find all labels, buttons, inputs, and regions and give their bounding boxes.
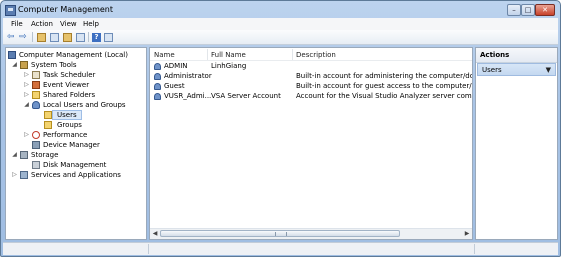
table-row[interactable]: ADMIN LinhGiang xyxy=(150,62,472,72)
shared-folder-icon xyxy=(32,91,40,99)
menu-action[interactable]: Action xyxy=(31,20,53,28)
user-full-name: LinhGiang xyxy=(211,62,247,70)
back-arrow-icon[interactable]: ⇦ xyxy=(7,32,17,42)
computer-management-window: Computer Management – □ ✕ File Action Vi… xyxy=(0,0,561,257)
tree-item-label: Groups xyxy=(57,121,82,129)
collapse-icon[interactable]: ◢ xyxy=(11,60,18,70)
tools-icon xyxy=(20,61,28,69)
show-hide-action-pane-icon[interactable] xyxy=(104,33,113,42)
minimize-button[interactable]: – xyxy=(507,4,521,16)
tree-item-label: Device Manager xyxy=(43,141,100,149)
column-header-full-name[interactable]: Full Name xyxy=(211,51,246,59)
menu-bar: File Action View Help xyxy=(3,18,558,30)
expand-icon[interactable]: ▷ xyxy=(23,80,30,90)
tree-item-label: Users xyxy=(57,111,77,119)
table-row[interactable]: VUSR_Admi... VSA Server Account Account … xyxy=(150,92,472,102)
toolbar: ⇦ ⇨ ? xyxy=(3,30,558,45)
tree-item-label: Computer Management (Local) xyxy=(19,51,128,59)
actions-title: Actions xyxy=(480,51,510,59)
menu-help[interactable]: Help xyxy=(83,20,99,28)
storage-icon xyxy=(20,151,28,159)
actions-pane: Actions Users ▼ xyxy=(475,47,558,240)
export-list-icon[interactable] xyxy=(76,33,85,42)
disk-icon xyxy=(32,161,40,169)
help-icon[interactable]: ? xyxy=(92,33,101,42)
status-bar xyxy=(3,242,558,255)
tree-item-label: Event Viewer xyxy=(43,81,90,89)
tree-item-label: Task Scheduler xyxy=(43,71,96,79)
user-icon xyxy=(154,93,161,100)
console-tree: Computer Management (Local) ◢ System Too… xyxy=(5,47,147,240)
expand-icon[interactable]: ▷ xyxy=(11,170,18,180)
status-segment xyxy=(149,244,475,254)
user-full-name: VSA Server Account xyxy=(211,92,281,100)
scroll-left-icon[interactable]: ◀ xyxy=(151,230,159,238)
computer-icon xyxy=(8,51,16,59)
window-title: Computer Management xyxy=(18,5,114,14)
scroll-right-icon[interactable]: ▶ xyxy=(463,230,471,238)
actions-header: Actions xyxy=(476,48,557,63)
tree-item-label: System Tools xyxy=(31,61,77,69)
user-icon xyxy=(154,73,161,80)
user-description: Account for the Visual Studio Analyzer s… xyxy=(296,92,472,100)
tree-item-label: Services and Applications xyxy=(31,171,121,179)
user-name: ADMIN xyxy=(164,62,188,70)
folder-icon xyxy=(44,111,52,119)
services-icon xyxy=(20,171,28,179)
tree-item-label: Shared Folders xyxy=(43,91,96,99)
tree-item-label: Performance xyxy=(43,131,88,139)
actions-section-users[interactable]: Users ▼ xyxy=(477,63,556,76)
column-header-description[interactable]: Description xyxy=(296,51,336,59)
grip-icon xyxy=(275,232,287,236)
status-segment xyxy=(3,244,149,254)
toolbar-separator xyxy=(32,32,33,42)
tree-item-label: Disk Management xyxy=(43,161,107,169)
column-header-name[interactable]: Name xyxy=(154,51,175,59)
horizontal-scrollbar[interactable]: ◀ ▶ xyxy=(150,228,472,239)
user-name: Administrator xyxy=(164,72,212,80)
user-description: Built-in account for guest access to the… xyxy=(296,82,472,90)
user-icon xyxy=(154,63,161,70)
menu-view[interactable]: View xyxy=(60,20,77,28)
table-row[interactable]: Guest Built-in account for guest access … xyxy=(150,82,472,92)
collapse-icon[interactable]: ◢ xyxy=(23,100,30,110)
performance-icon xyxy=(32,131,40,139)
properties-icon[interactable] xyxy=(63,33,72,42)
tree-item-label: Storage xyxy=(31,151,59,159)
menu-file[interactable]: File xyxy=(11,20,23,28)
expand-icon[interactable]: ▷ xyxy=(23,130,30,140)
show-hide-tree-icon[interactable] xyxy=(50,33,59,42)
user-icon xyxy=(154,83,161,90)
folder-icon xyxy=(44,121,52,129)
toolbar-separator xyxy=(88,32,89,42)
expand-icon[interactable]: ▷ xyxy=(23,70,30,80)
user-description: Built-in account for administering the c… xyxy=(296,72,473,80)
close-button[interactable]: ✕ xyxy=(535,4,555,16)
actions-section-label: Users xyxy=(482,66,502,74)
user-name: Guest xyxy=(164,82,185,90)
scrollbar-thumb[interactable] xyxy=(160,230,400,237)
maximize-button[interactable]: □ xyxy=(521,4,535,16)
maximize-icon: □ xyxy=(524,6,532,14)
minimize-icon: – xyxy=(512,6,516,14)
table-row[interactable]: Administrator Built-in account for admin… xyxy=(150,72,473,82)
header-divider xyxy=(150,60,472,61)
device-manager-icon xyxy=(32,141,40,149)
users-list: Name Full Name Description ADMIN LinhGia… xyxy=(149,47,473,240)
title-bar[interactable]: Computer Management – □ ✕ xyxy=(1,1,560,18)
up-level-icon[interactable] xyxy=(37,33,46,42)
expand-icon[interactable]: ▷ xyxy=(23,90,30,100)
event-viewer-icon xyxy=(32,81,40,89)
collapse-icon[interactable]: ◢ xyxy=(11,150,18,160)
close-icon: ✕ xyxy=(542,6,548,14)
user-name: VUSR_Admi... xyxy=(164,92,212,100)
dropdown-arrow-icon[interactable]: ▼ xyxy=(546,66,551,74)
tree-item-label: Local Users and Groups xyxy=(43,101,126,109)
task-scheduler-icon xyxy=(32,71,40,79)
computer-management-icon xyxy=(5,5,16,16)
forward-arrow-icon[interactable]: ⇨ xyxy=(19,32,29,42)
users-icon xyxy=(32,101,40,109)
